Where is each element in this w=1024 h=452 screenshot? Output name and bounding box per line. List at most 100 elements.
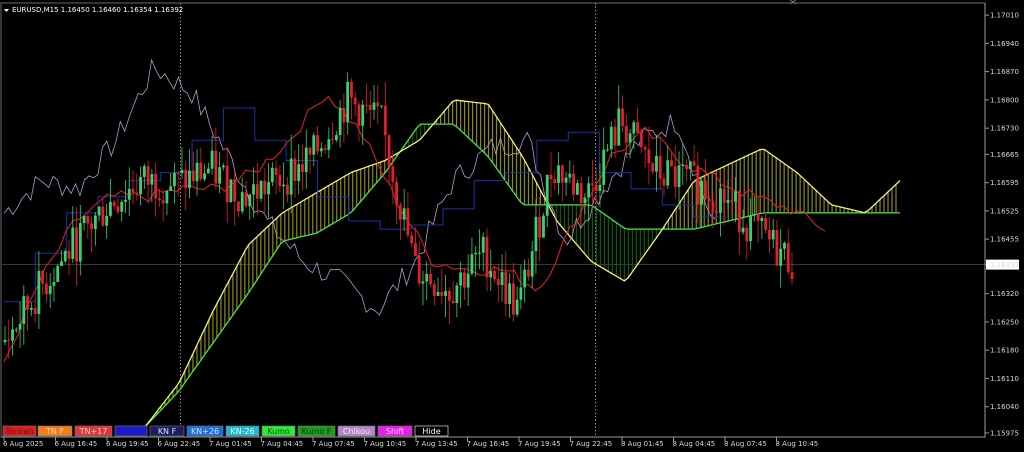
candle-body	[97, 206, 101, 216]
time-tick-label: 6 Aug 16:45	[55, 440, 98, 448]
indicator-button-tn-17[interactable]: TN+17	[74, 425, 113, 437]
candle-body	[508, 283, 511, 305]
candle-body	[169, 186, 173, 191]
symbol-header: EURUSD,M15 1.16450 1.16460 1.16354 1.163…	[4, 6, 183, 14]
indicator-button-kumo[interactable]: Kumo	[261, 425, 296, 437]
candle-body	[33, 307, 37, 315]
candle-body	[14, 329, 18, 331]
candle-body	[203, 173, 206, 180]
indicator-button-kn-f[interactable]: KN F	[149, 425, 185, 437]
candle-body	[451, 300, 455, 304]
candle-body	[530, 251, 534, 277]
candle-body	[768, 229, 771, 240]
candle-body	[583, 197, 587, 204]
candle-body	[700, 180, 704, 205]
candle-body	[199, 162, 203, 180]
button-label: Kumo F	[302, 427, 332, 436]
candle-body	[579, 183, 583, 204]
candle-body	[429, 273, 432, 285]
candle-body	[319, 148, 323, 152]
time-tick-label: 7 Aug 07:45	[312, 440, 355, 448]
price-tick-label: 1.16110	[990, 375, 1019, 383]
candle-body	[372, 102, 376, 110]
candle-body	[670, 160, 673, 167]
candle-body	[560, 165, 564, 183]
candle-body	[606, 149, 609, 151]
candle-body	[316, 135, 319, 152]
candle-body	[734, 191, 737, 202]
candle-body	[293, 158, 297, 181]
candle-body	[549, 174, 553, 180]
candle-body	[493, 270, 496, 280]
time-tick-label: 6 Aug 2025	[3, 440, 43, 448]
candle-body	[715, 211, 719, 213]
candle-body	[624, 125, 628, 143]
candle-body	[771, 230, 775, 240]
candle-body	[523, 269, 527, 288]
candle-body	[478, 252, 481, 254]
candle-body	[210, 150, 214, 169]
indicator-button-hide[interactable]: Hide	[414, 425, 449, 437]
candle-body	[120, 201, 124, 212]
candle-body	[643, 147, 647, 150]
candle-body	[489, 270, 493, 278]
candle-body	[297, 164, 301, 181]
price-tick-label: 1.16665	[990, 151, 1019, 159]
price-tick-label: 1.15975	[990, 429, 1019, 437]
indicator-button-shift[interactable]: Shift	[377, 425, 413, 437]
candle-body	[655, 155, 658, 172]
time-tick-label: 7 Aug 10:45	[364, 440, 407, 448]
indicator-button-kumo-f[interactable]: Kumo F	[297, 425, 336, 437]
candle-body	[184, 169, 188, 189]
candle-body	[180, 169, 184, 173]
time-tick-label: 7 Aug 16:45	[467, 440, 510, 448]
time-tick-label: 8 Aug 04:45	[673, 440, 716, 448]
symbol-title: EURUSD,M15 1.16450 1.16460 1.16354 1.163…	[12, 6, 183, 14]
indicator-button-kn-26[interactable]: KN+26	[186, 425, 224, 437]
indicator-button-kn-26[interactable]: KN-26	[225, 425, 260, 437]
time-tick-label: 8 Aug 01:45	[621, 440, 664, 448]
time-tick-label: 7 Aug 22:45	[570, 440, 613, 448]
indicator-button-tenkan[interactable]: Tenkan	[2, 425, 37, 437]
candle-body	[116, 206, 120, 212]
candle-body	[752, 214, 756, 216]
candle-body	[75, 227, 78, 262]
candle-body	[93, 215, 97, 230]
candle-body	[22, 296, 26, 324]
candle-body	[658, 155, 662, 179]
candle-body	[621, 108, 624, 126]
candle-body	[173, 172, 176, 187]
candle-body	[775, 230, 779, 266]
time-tick-label: 8 Aug 07:45	[724, 440, 767, 448]
candle-body	[124, 199, 127, 202]
candle-body	[252, 184, 255, 195]
ichimoku-chart[interactable]: 1.17010 1.16940 1.16870 1.16800 1.16730 1.166…	[0, 0, 1024, 452]
indicator-button-tn-f[interactable]: TN F	[37, 425, 73, 437]
candle-body	[109, 201, 112, 216]
candle-body	[7, 339, 11, 341]
candle-body	[474, 252, 478, 255]
candle-body	[3, 339, 7, 343]
candle-body	[681, 164, 685, 166]
indicator-button-blank[interactable]	[114, 425, 148, 437]
candle-body	[613, 126, 617, 146]
candle-body	[229, 179, 233, 203]
candle-body	[350, 81, 353, 98]
candle-body	[538, 216, 542, 238]
candle-body	[741, 227, 745, 233]
candle-body	[244, 192, 248, 207]
candle-body	[346, 81, 350, 123]
candle-body	[568, 173, 572, 178]
indicator-button-chikou[interactable]: Chikou	[337, 425, 376, 437]
candle-body	[376, 102, 380, 107]
candle-body	[29, 307, 33, 310]
candle-body	[527, 269, 530, 277]
candle-body	[677, 165, 681, 188]
candle-body	[636, 122, 640, 133]
candle-body	[18, 323, 22, 330]
candle-body	[45, 283, 48, 295]
candle-body	[553, 179, 557, 183]
candle-body	[48, 285, 52, 295]
time-tick-label: 8 Aug 10:45	[776, 440, 819, 448]
candle-body	[312, 135, 316, 155]
